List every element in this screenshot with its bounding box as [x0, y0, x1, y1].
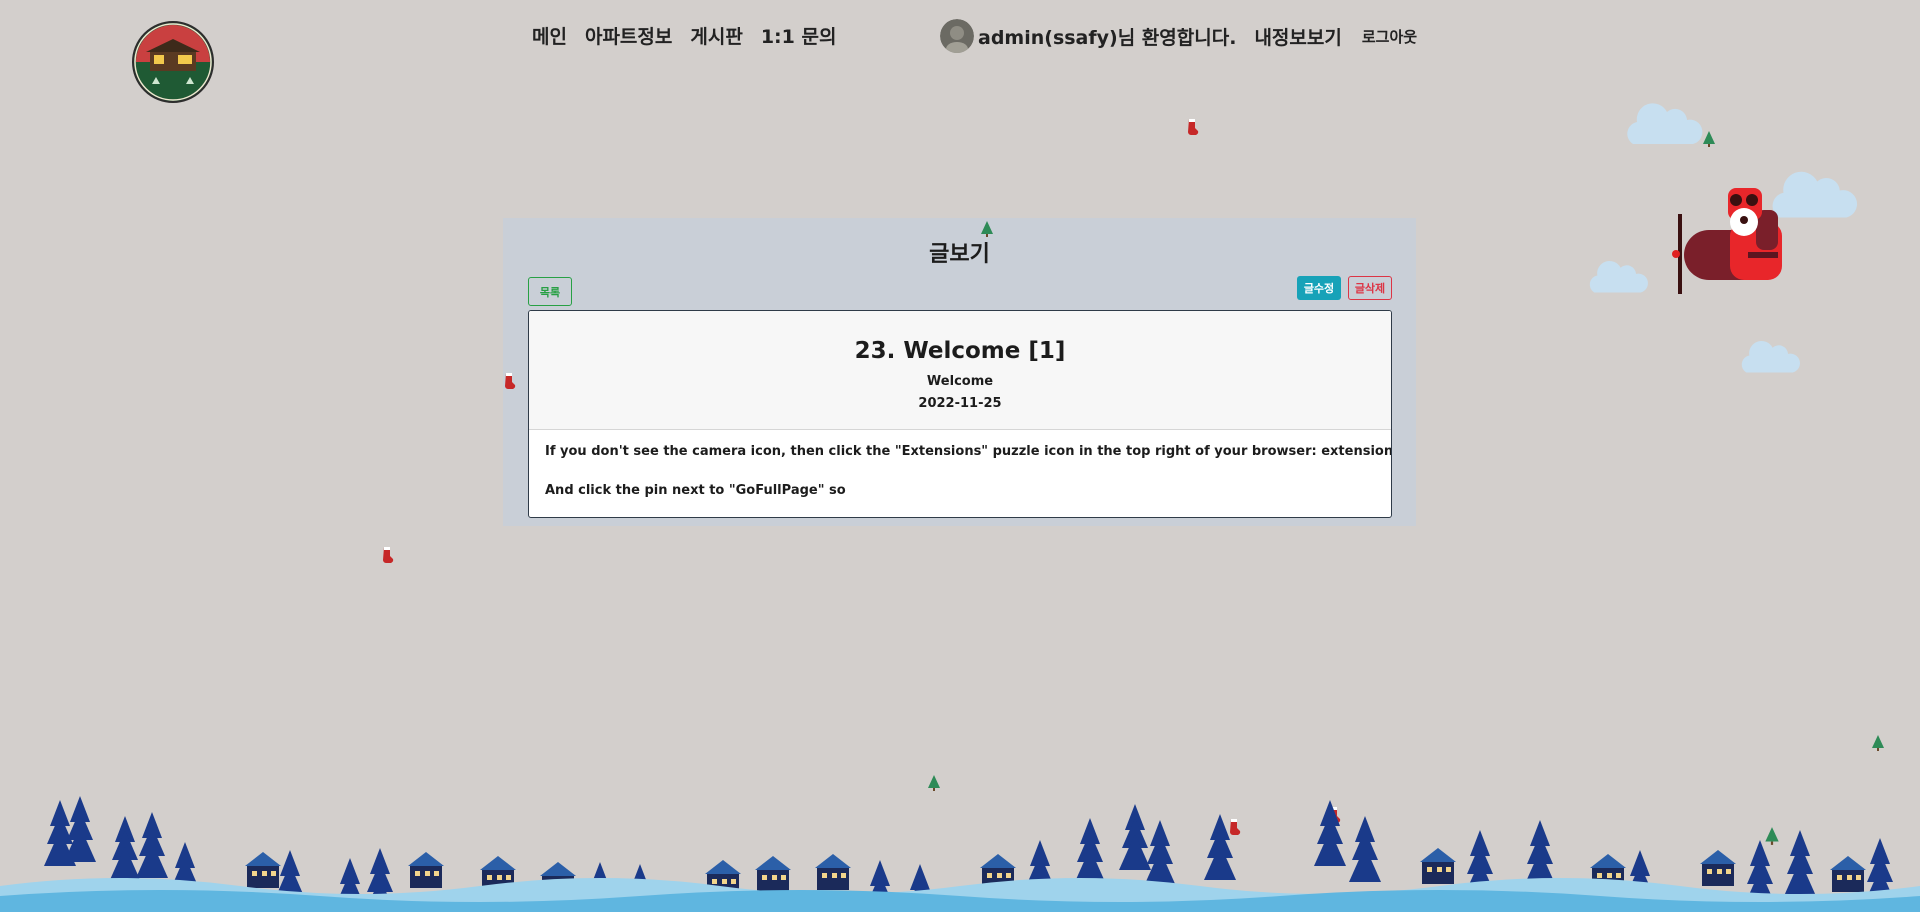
article-panel: 글보기 목록 글수정 글삭제 23. Welcome [1] Welcome 2… — [503, 218, 1416, 526]
user-area: admin(ssafy)님 환영합니다. 내정보보기 로그아웃 — [940, 19, 1417, 53]
article-card: 23. Welcome [1] Welcome 2022-11-25 If yo… — [528, 310, 1392, 518]
santa-plane-icon — [1672, 188, 1782, 294]
delete-button[interactable]: 글삭제 — [1348, 276, 1392, 300]
logout-link[interactable]: 로그아웃 — [1362, 26, 1417, 47]
article-paragraph: And click the pin next to "GoFullPage" s… — [545, 482, 846, 498]
article-date: 2022-11-25 — [918, 396, 1002, 411]
article-writer: Welcome — [926, 374, 994, 389]
nav-item-apartment[interactable]: 아파트정보 — [585, 22, 672, 49]
article-header: 23. Welcome [1] Welcome 2022-11-25 — [529, 311, 1391, 430]
page-title: 글보기 — [929, 242, 990, 267]
main-nav: 메인 아파트정보 게시판 1:1 문의 — [532, 22, 836, 49]
cloud-icon — [1589, 260, 1648, 293]
tree-icon — [1872, 735, 1884, 751]
cloud-icon — [1741, 340, 1800, 373]
stocking-icon — [1188, 119, 1199, 136]
nav-item-inquiry[interactable]: 1:1 문의 — [761, 22, 837, 49]
avatar — [940, 19, 974, 53]
tree-icon — [1703, 131, 1715, 147]
nav-item-board[interactable]: 게시판 — [690, 22, 742, 49]
list-button[interactable]: 목록 — [528, 277, 572, 306]
stocking-icon — [505, 373, 516, 390]
mypage-link[interactable]: 내정보보기 — [1254, 23, 1341, 50]
stocking-icon — [383, 547, 394, 564]
article-paragraph: If you don't see the camera icon, then c… — [545, 444, 1391, 459]
article-title: 23. Welcome [1] — [854, 338, 1066, 364]
welcome-text: admin(ssafy)님 환영합니다. — [978, 26, 1237, 49]
winter-village-scene — [0, 796, 1920, 912]
edit-button[interactable]: 글수정 — [1297, 276, 1341, 300]
article-body: If you don't see the camera icon, then c… — [529, 430, 1391, 517]
nav-item-main[interactable]: 메인 — [532, 22, 567, 49]
site-logo[interactable] — [132, 21, 214, 103]
cloud-icon — [1627, 103, 1703, 144]
tree-icon — [981, 221, 993, 237]
